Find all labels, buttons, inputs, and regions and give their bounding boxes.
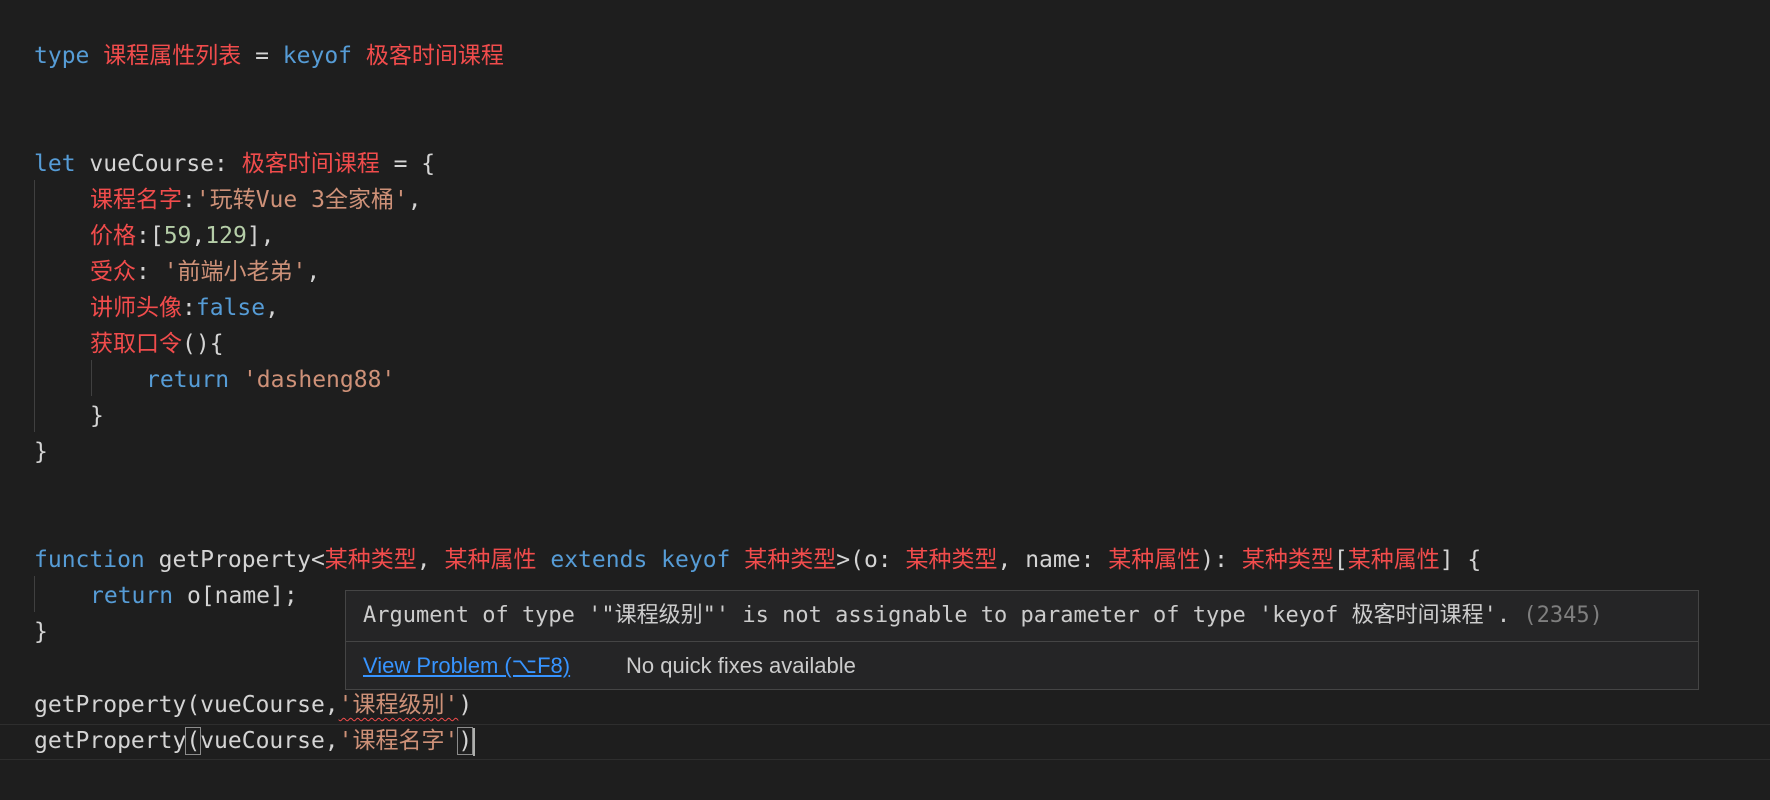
argument: vueCourse, xyxy=(200,728,339,754)
expression: o[name]; xyxy=(173,583,298,609)
function-call: getProperty xyxy=(34,728,187,754)
punctuation: : xyxy=(214,151,242,177)
method-name: 获取口令 xyxy=(90,331,182,357)
punctuation: } xyxy=(34,619,48,645)
type-param: 某种属性 xyxy=(444,547,537,573)
type-name: 课程属性列表 xyxy=(103,43,242,69)
code-line-4[interactable]: let vueCourse: 极客时间课程 = { xyxy=(34,146,435,182)
indent-guide xyxy=(34,576,35,612)
no-quick-fixes-label: No quick fixes available xyxy=(626,653,856,678)
punctuation: ): xyxy=(1200,547,1242,573)
punctuation: :[ xyxy=(136,223,164,249)
type-param: 某种属性 xyxy=(1347,547,1440,573)
string-literal: '玩转Vue 3全家桶' xyxy=(195,187,408,213)
matching-bracket-open: ( xyxy=(185,727,202,755)
code-line-9[interactable]: 获取口令(){ xyxy=(90,326,224,362)
string-literal: '前端小老弟' xyxy=(163,259,307,285)
property-name: 价格 xyxy=(90,223,136,249)
type-param: 某种类型 xyxy=(1241,547,1334,573)
string-literal: 'dasheng88' xyxy=(242,367,396,393)
keyword-extends: extends xyxy=(550,547,648,573)
punctuation: } xyxy=(34,439,48,465)
string-literal: '课程名字' xyxy=(338,728,459,754)
type-param: 某种类型 xyxy=(324,547,417,573)
function-call: getProperty(vueCourse, xyxy=(34,692,339,718)
type-param: 某种类型 xyxy=(905,547,998,573)
type-name: 极客时间课程 xyxy=(241,151,380,177)
punctuation: ) xyxy=(458,692,473,718)
function-name: getProperty< xyxy=(144,547,325,573)
punctuation: , xyxy=(306,259,321,285)
keyword-function: function xyxy=(34,547,145,573)
error-text: Argument of type '"课程级别"' is not assigna… xyxy=(363,603,1511,628)
punctuation: : xyxy=(182,187,196,213)
code-line-1[interactable]: type 课程属性列表 = keyof 极客时间课程 xyxy=(34,38,504,74)
keyword-return: return xyxy=(90,583,174,609)
variable-name: vueCourse xyxy=(89,151,215,177)
text-cursor xyxy=(473,727,476,756)
error-hover-popup[interactable]: Argument of type '"课程级别"' is not assigna… xyxy=(345,590,1699,690)
view-problem-link[interactable]: View Problem (⌥F8) xyxy=(363,642,570,690)
punctuation: ] { xyxy=(1439,547,1482,573)
code-line-19[interactable]: getProperty(vueCourse,'课程级别') xyxy=(34,687,472,723)
code-line-5[interactable]: 课程名字:'玩转Vue 3全家桶', xyxy=(90,182,422,218)
code-line-12[interactable]: } xyxy=(34,434,48,470)
number-literal: 129 xyxy=(205,223,247,249)
punctuation: = { xyxy=(379,151,436,177)
indent-guide xyxy=(34,180,35,432)
code-line-10[interactable]: return 'dasheng88' xyxy=(146,362,395,398)
operator: = xyxy=(241,43,283,69)
punctuation: , xyxy=(191,223,206,249)
code-line-17[interactable]: } xyxy=(34,614,48,650)
punctuation: } xyxy=(90,403,104,429)
property-name: 课程名字 xyxy=(90,187,182,213)
code-line-20[interactable]: getProperty(vueCourse,'课程名字') xyxy=(34,723,476,759)
number-literal: 59 xyxy=(163,223,192,249)
indent-guide xyxy=(91,360,92,396)
type-param: 某种属性 xyxy=(1108,547,1201,573)
code-line-6[interactable]: 价格:[59,129], xyxy=(90,218,275,254)
code-line-15[interactable]: function getProperty<某种类型, 某种属性 extends … xyxy=(34,542,1481,578)
keyword-keyof: keyof xyxy=(282,43,353,69)
type-name: 极客时间课程 xyxy=(365,43,504,69)
punctuation: (){ xyxy=(182,331,224,357)
property-name: 讲师头像 xyxy=(90,295,182,321)
type-param: 某种类型 xyxy=(744,547,837,573)
punctuation: , name: xyxy=(997,547,1109,573)
code-line-8[interactable]: 讲师头像:false, xyxy=(90,290,279,326)
code-line-7[interactable]: 受众: '前端小老弟', xyxy=(90,254,320,290)
keyword-return: return xyxy=(146,367,230,393)
error-message: Argument of type '"课程级别"' is not assigna… xyxy=(363,591,1603,641)
punctuation: , xyxy=(265,295,279,321)
property-name: 受众 xyxy=(90,259,136,285)
error-code: (2345) xyxy=(1523,603,1603,628)
keyword-keyof: keyof xyxy=(661,547,731,573)
keyword-type: type xyxy=(34,43,90,69)
error-string-literal[interactable]: '课程级别' xyxy=(339,692,459,718)
boolean-literal: false xyxy=(195,295,266,321)
punctuation: , xyxy=(416,547,445,573)
punctuation: , xyxy=(407,187,422,213)
punctuation: [ xyxy=(1333,547,1348,573)
punctuation: : xyxy=(136,259,164,285)
keyword-let: let xyxy=(34,151,76,177)
punctuation: >(o: xyxy=(836,547,906,573)
hover-status-bar: View Problem (⌥F8) No quick fixes availa… xyxy=(346,641,1698,690)
punctuation: : xyxy=(182,295,196,321)
code-line-16[interactable]: return o[name]; xyxy=(90,578,298,614)
code-line-11[interactable]: } xyxy=(90,398,104,434)
matching-bracket-close: ) xyxy=(457,727,474,755)
punctuation: ], xyxy=(246,223,275,249)
